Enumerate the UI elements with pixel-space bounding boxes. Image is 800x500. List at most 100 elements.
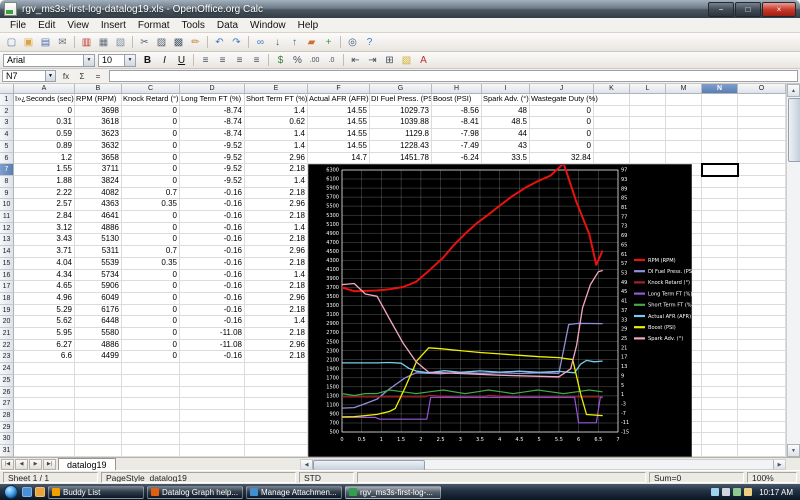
row-header[interactable]: 18 <box>0 292 14 305</box>
column-header-B[interactable]: B <box>75 84 122 94</box>
cell[interactable]: 5580 <box>75 328 122 340</box>
cell[interactable] <box>594 105 630 118</box>
taskbar-button[interactable]: Datalog Graph help... <box>147 485 243 499</box>
cell[interactable]: 2.96 <box>245 339 308 352</box>
cell[interactable]: Knock Retard (°) <box>122 94 180 106</box>
cell[interactable] <box>738 316 786 329</box>
help-icon[interactable]: ? <box>361 35 378 50</box>
cell[interactable] <box>702 140 738 153</box>
cell[interactable]: 0 <box>122 281 180 293</box>
cell[interactable]: 48 <box>482 105 530 118</box>
column-header-H[interactable]: H <box>432 84 482 94</box>
cell[interactable]: 4.04 <box>14 257 75 270</box>
email-icon[interactable]: ✉ <box>54 35 71 50</box>
formula-input[interactable] <box>109 70 798 82</box>
column-header-D[interactable]: D <box>180 84 245 94</box>
sort-ascending-icon[interactable]: ↓ <box>269 35 286 50</box>
cell[interactable]: 2.18 <box>245 234 308 247</box>
taskbar-button[interactable]: rgv_ms3s-first-log-... <box>345 485 441 499</box>
cell[interactable]: -0.16 <box>180 222 245 235</box>
cell[interactable] <box>245 409 308 422</box>
cell[interactable]: 2.18 <box>245 211 308 223</box>
paste-icon[interactable]: ▩ <box>170 35 187 50</box>
prev-sheet-button[interactable]: ◀ <box>15 458 28 470</box>
cell[interactable] <box>702 351 738 364</box>
cell[interactable] <box>702 421 738 434</box>
combo-arrow-icon[interactable]: ▼ <box>45 71 55 81</box>
cell[interactable] <box>245 421 308 434</box>
cell[interactable]: 14.55 <box>308 117 370 130</box>
cell[interactable]: 6.27 <box>14 339 75 352</box>
cell[interactable] <box>180 409 245 422</box>
cell[interactable]: 2.22 <box>14 187 75 200</box>
cell[interactable] <box>738 164 786 176</box>
column-header-G[interactable]: G <box>370 84 432 94</box>
align-right-icon[interactable]: ≡ <box>231 53 248 68</box>
cell[interactable] <box>594 129 630 141</box>
new-document-icon[interactable]: ▢ <box>3 35 20 50</box>
taskbar-button[interactable]: Manage Attachmen... <box>246 485 342 499</box>
tray-icon[interactable] <box>733 488 742 496</box>
cell[interactable] <box>122 386 180 399</box>
cut-icon[interactable]: ✂ <box>136 35 153 50</box>
cell[interactable]: -0.16 <box>180 292 245 305</box>
vertical-scrollbar[interactable]: ▲ ▼ <box>786 84 800 457</box>
cell[interactable]: 2.96 <box>245 246 308 258</box>
cell[interactable]: 0.31 <box>14 117 75 130</box>
cell[interactable] <box>245 398 308 410</box>
cell[interactable] <box>14 374 75 387</box>
function-wizard-button[interactable]: fx <box>58 70 74 82</box>
cell[interactable]: -0.16 <box>180 211 245 223</box>
cell[interactable]: 3.43 <box>14 234 75 247</box>
cell[interactable]: 0 <box>122 152 180 165</box>
cell[interactable] <box>738 269 786 282</box>
cell[interactable] <box>75 445 122 457</box>
horizontal-scrollbar[interactable]: ◀ ▶ <box>300 459 786 471</box>
cell[interactable]: 0 <box>122 211 180 223</box>
cell[interactable] <box>702 129 738 141</box>
menu-file[interactable]: File <box>4 20 32 31</box>
tray-icon[interactable] <box>722 488 731 496</box>
cell[interactable] <box>122 398 180 410</box>
cell[interactable] <box>738 140 786 153</box>
cell[interactable]: 2.96 <box>245 292 308 305</box>
cell[interactable]: 1.4 <box>245 175 308 188</box>
cell[interactable] <box>702 328 738 340</box>
scroll-left-icon[interactable]: ◀ <box>301 460 313 469</box>
cell[interactable] <box>666 94 702 106</box>
sum-button[interactable]: Σ <box>74 70 90 82</box>
cell[interactable]: 1.4 <box>245 105 308 118</box>
maximize-button[interactable]: □ <box>735 1 761 17</box>
cell[interactable] <box>702 433 738 446</box>
cell[interactable]: 5.29 <box>14 304 75 317</box>
cell[interactable] <box>75 363 122 375</box>
cell[interactable]: 3658 <box>75 152 122 165</box>
scroll-right-icon[interactable]: ▶ <box>773 460 785 469</box>
cell[interactable]: -11.08 <box>180 328 245 340</box>
cell[interactable] <box>702 363 738 375</box>
row-header[interactable]: 24 <box>0 363 14 375</box>
cell[interactable]: 0.7 <box>122 246 180 258</box>
cell[interactable] <box>594 94 630 106</box>
cell[interactable] <box>738 281 786 293</box>
cell[interactable] <box>738 94 786 106</box>
sheet-tab-datalog19[interactable]: datalog19 <box>58 457 116 471</box>
cell[interactable]: -0.16 <box>180 187 245 200</box>
cell[interactable] <box>245 445 308 457</box>
cell[interactable]: 2.18 <box>245 281 308 293</box>
cell[interactable]: Boost (PSI) <box>432 94 482 106</box>
cell[interactable]: -0.16 <box>180 246 245 258</box>
row-header[interactable]: 10 <box>0 199 14 212</box>
row-header[interactable]: 6 <box>0 152 14 165</box>
cell[interactable]: 0 <box>122 164 180 176</box>
row-header[interactable]: 12 <box>0 222 14 235</box>
cell[interactable] <box>702 117 738 130</box>
cell[interactable]: 4641 <box>75 211 122 223</box>
row-header[interactable]: 22 <box>0 339 14 352</box>
menu-data[interactable]: Data <box>211 20 244 31</box>
cell[interactable]: -0.16 <box>180 234 245 247</box>
cell[interactable] <box>738 328 786 340</box>
cell[interactable] <box>738 152 786 165</box>
cell[interactable] <box>738 445 786 457</box>
cell[interactable] <box>630 152 666 165</box>
